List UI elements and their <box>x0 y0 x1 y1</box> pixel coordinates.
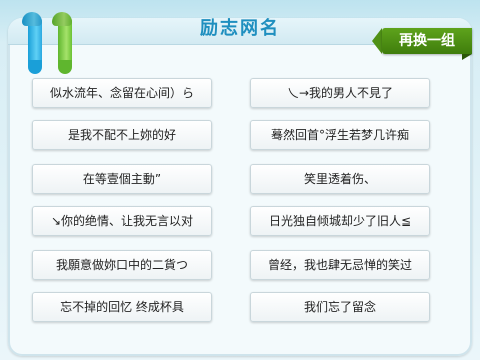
refresh-fold-shadow <box>462 54 472 60</box>
name-item[interactable]: 似水流年、念留在心间）ら <box>32 78 212 108</box>
name-item[interactable]: 是我不配不上妳的好 <box>32 120 212 150</box>
page-title: 励志网名 <box>200 18 280 39</box>
green-ribbon-tail <box>58 60 72 74</box>
name-item[interactable]: 我願意做妳口中的二貨つ <box>32 250 212 280</box>
name-item[interactable]: 在等壹個主動” <box>32 164 212 194</box>
name-item[interactable]: ↘你的绝情、让我无言以对 <box>32 206 212 236</box>
app-panel: 励志网名 再换一组 似水流年、念留在心间）ら 乀→我的男人不見了 是我不配不上妳… <box>0 0 480 360</box>
name-item[interactable]: 曾经，我也肆无忌惮的笑过 <box>250 250 430 280</box>
name-item[interactable]: 日光独自倾城却少了旧人≦ <box>250 206 430 236</box>
name-item[interactable]: 蓦然回首°浮生若梦几许痴 <box>250 120 430 150</box>
refresh-tab-arrow <box>372 28 382 54</box>
blue-ribbon-tail <box>28 60 42 74</box>
name-item[interactable]: 乀→我的男人不見了 <box>250 78 430 108</box>
name-item[interactable]: 我们忘了留念 <box>250 292 430 322</box>
name-item[interactable]: 忘不掉的回忆 终成杯具 <box>32 292 212 322</box>
name-item[interactable]: 笑里透着伤、 <box>250 164 430 194</box>
refresh-button[interactable]: 再换一组 <box>382 28 472 54</box>
